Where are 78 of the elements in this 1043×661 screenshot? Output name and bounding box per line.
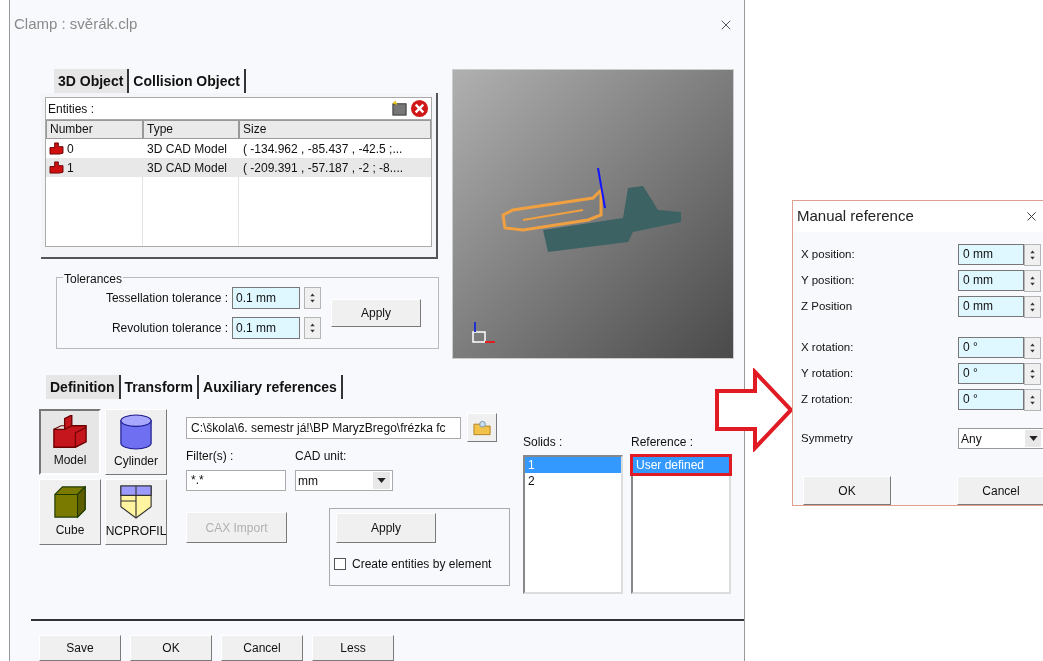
- spinner-button[interactable]: [1024, 388, 1041, 411]
- table-cell-text: 1: [67, 159, 74, 177]
- field-label: Z rotation:: [801, 391, 854, 407]
- spinner-button[interactable]: [1024, 295, 1041, 318]
- profile-icon: [119, 484, 153, 521]
- dialog-button[interactable]: Cancel: [221, 635, 303, 661]
- dialog-button[interactable]: Less: [312, 635, 394, 661]
- filter-field[interactable]: *.*: [186, 470, 286, 492]
- dialog-button[interactable]: Cancel: [957, 476, 1043, 505]
- shape-button[interactable]: Cube: [39, 479, 101, 546]
- spinner-button[interactable]: [1024, 269, 1041, 292]
- dialog-button[interactable]: OK: [130, 635, 212, 661]
- window-title: Clamp : svěrák.clp: [14, 14, 138, 35]
- tab[interactable]: 3D Object: [54, 69, 130, 94]
- table-cell-text: 0: [67, 140, 74, 158]
- table-cell-text: ( -134.962 , -85.437 , -42.5 ;...: [242, 140, 404, 158]
- field-label: Filter(s) :: [186, 448, 235, 466]
- tab[interactable]: Definition: [46, 375, 121, 400]
- input-field[interactable]: 0 mm: [958, 270, 1024, 291]
- caret-icon: [377, 478, 386, 484]
- unit-dropdown[interactable]: mm: [295, 470, 393, 492]
- spinner-button[interactable]: [304, 287, 321, 310]
- column-header[interactable]: Size: [239, 120, 431, 140]
- table-cell-text: ( -209.391 , -57.187 , -2 ; -8....: [242, 159, 405, 177]
- close-icon[interactable]: [1024, 209, 1039, 224]
- shape-button[interactable]: Cylinder: [105, 409, 167, 476]
- folder-icon: [472, 419, 492, 436]
- table-row[interactable]: 1 3D CAD Model ( -209.391 , -57.187 , -2 ; -8....: [46, 158, 431, 178]
- checkbox-label: Create entities by element: [352, 556, 492, 574]
- apply-button[interactable]: Apply: [336, 513, 436, 544]
- field-label: Revolution tolerance :: [111, 320, 228, 338]
- shape-button[interactable]: Model: [39, 409, 101, 476]
- browse-button[interactable]: [467, 413, 497, 443]
- delete-icon[interactable]: [410, 99, 429, 119]
- tab[interactable]: Auxiliary references: [199, 375, 343, 400]
- field-label: Z Position: [801, 298, 854, 314]
- field-label: X rotation:: [801, 339, 855, 355]
- spinner-button[interactable]: [1024, 336, 1041, 359]
- apply-button[interactable]: Apply: [331, 299, 421, 328]
- l-block-icon: [49, 161, 64, 175]
- symmetry-dropdown[interactable]: Any: [958, 428, 1043, 449]
- field-label: CAD unit:: [295, 448, 348, 466]
- input-field[interactable]: 0.1 mm: [232, 317, 300, 340]
- spinner-button[interactable]: [1024, 243, 1041, 266]
- field-label: Tessellation tolerance :: [105, 290, 228, 308]
- spinner-button[interactable]: [304, 317, 321, 340]
- column-header[interactable]: Type: [143, 120, 239, 140]
- shape-button[interactable]: NCPROFIL: [105, 479, 167, 546]
- table-cell-text: 3D CAD Model: [146, 140, 229, 158]
- list-item[interactable]: 2: [525, 473, 621, 490]
- field-label: X position:: [801, 246, 856, 262]
- input-field[interactable]: 0 mm: [958, 296, 1024, 317]
- table-cell-text: 3D CAD Model: [146, 159, 229, 177]
- checkbox[interactable]: [334, 558, 346, 571]
- column-header[interactable]: Number: [46, 120, 143, 140]
- caret-icon: [1028, 436, 1038, 441]
- path-field[interactable]: C:\škola\6. semestr já!\BP MaryzBrego\frézka fc: [186, 416, 461, 439]
- input-field[interactable]: 0.1 mm: [232, 287, 300, 310]
- input-field[interactable]: 0 °: [958, 389, 1024, 410]
- field-label: Y position:: [801, 272, 856, 288]
- field-label: Symmetry: [801, 430, 854, 446]
- add-icon[interactable]: [391, 100, 408, 118]
- field-label: Y rotation:: [801, 365, 855, 381]
- input-field[interactable]: 0 mm: [958, 244, 1024, 265]
- cube-icon: [53, 485, 87, 520]
- spinner-button[interactable]: [1024, 362, 1041, 385]
- window-title: Manual reference: [797, 206, 914, 227]
- l-block-icon: [52, 415, 88, 450]
- input-field[interactable]: 0 °: [958, 337, 1024, 358]
- dialog-button[interactable]: OK: [803, 476, 891, 505]
- list-label: Reference :: [631, 434, 695, 452]
- panel-label: Entities :: [48, 100, 95, 118]
- list-label: Solids :: [523, 434, 564, 452]
- input-field[interactable]: 0 °: [958, 363, 1024, 384]
- dialog-button[interactable]: Save: [39, 635, 121, 661]
- cylinder-icon: [119, 414, 153, 451]
- l-block-icon: [49, 142, 64, 156]
- tab[interactable]: Transform: [120, 375, 199, 400]
